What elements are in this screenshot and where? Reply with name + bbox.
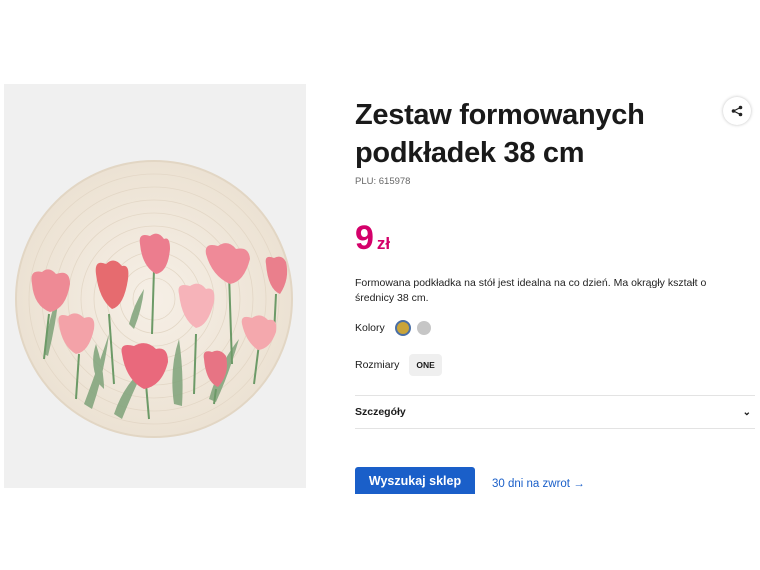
- color-swatch-gray[interactable]: [416, 321, 431, 335]
- return-link-label: 30 dni na zwrot: [492, 478, 570, 490]
- colors-label: Kolory: [355, 322, 385, 334]
- product-plu: PLU: 615978: [355, 176, 411, 187]
- fold-mask: [340, 494, 760, 570]
- title-line-2: podkładek 38 cm: [355, 137, 585, 169]
- size-option-one[interactable]: ONE: [409, 354, 442, 376]
- chevron-down-icon: ⌄: [742, 406, 751, 418]
- find-store-button-visible[interactable]: Wyszukaj sklep: [355, 467, 475, 494]
- title-line-1: Zestaw formowanych: [355, 99, 645, 131]
- details-accordion[interactable]: Szczegóły ⌄: [355, 395, 755, 429]
- find-store-label: Wyszukaj sklep: [368, 473, 462, 488]
- price-amount: 9: [355, 219, 374, 257]
- sizes-label: Rozmiary: [355, 359, 400, 371]
- color-swatch-gold[interactable]: [394, 320, 411, 336]
- details-label: Szczegóły: [355, 406, 406, 418]
- product-info: Zestaw formowanych podkładek 38 cm PLU: …: [355, 96, 755, 376]
- product-description: Formowana podkładka na stół jest idealna…: [355, 277, 707, 304]
- size-selector: Rozmiary ONE: [355, 354, 755, 376]
- product-price: 9 zł: [355, 219, 755, 258]
- price-currency: zł: [376, 234, 391, 253]
- product-image[interactable]: [4, 84, 306, 488]
- return-policy-link[interactable]: 30 dni na zwrot →: [492, 478, 585, 490]
- product-title: Zestaw formowanych podkładek 38 cm: [355, 96, 700, 172]
- arrow-right-icon: →: [573, 478, 585, 490]
- placemat-illustration: [15, 160, 293, 438]
- color-selector: Kolory: [355, 320, 755, 336]
